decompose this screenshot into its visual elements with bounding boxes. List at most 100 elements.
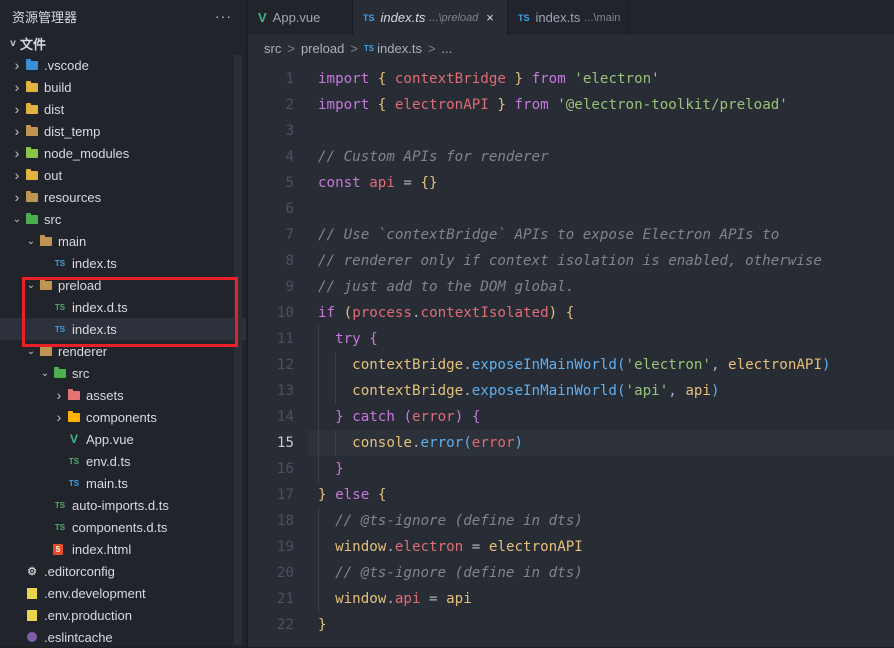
code-token: import bbox=[318, 71, 370, 87]
tree-item[interactable]: TS env.d.ts bbox=[0, 450, 246, 472]
sidebar-scrollbar[interactable] bbox=[234, 55, 242, 645]
tree-item[interactable]: › node_modules bbox=[0, 142, 246, 164]
tree-item-label: src bbox=[72, 365, 90, 381]
code-token: 'api' bbox=[625, 383, 669, 399]
code-token: = bbox=[463, 539, 489, 555]
code-token: api bbox=[369, 175, 395, 191]
line-number: 17 bbox=[276, 487, 294, 503]
code-token: console bbox=[352, 435, 412, 451]
editor-pane: V App.vue TS index.ts ...\preload × TS index.ts… bbox=[248, 0, 894, 647]
code-line: } bbox=[318, 612, 327, 638]
tree-item-label: .env.production bbox=[44, 607, 132, 623]
code-token: import bbox=[318, 97, 370, 113]
code-line: // Use `contextBridge` APIs to expose El… bbox=[318, 222, 779, 248]
tree-item[interactable]: .env.production bbox=[0, 604, 246, 626]
tree-item[interactable]: V App.vue bbox=[0, 428, 246, 450]
tree-item[interactable]: TS auto-imports.d.ts bbox=[0, 494, 246, 516]
tree-item[interactable]: TS index.ts bbox=[0, 318, 246, 340]
folder-icon bbox=[38, 234, 54, 248]
tab-app-vue[interactable]: V App.vue bbox=[248, 0, 353, 35]
tree-item[interactable]: ⌄ preload bbox=[0, 274, 246, 296]
line-number: 14 bbox=[276, 409, 294, 425]
tab-label: App.vue bbox=[272, 10, 321, 25]
tab-label: index.ts bbox=[380, 10, 426, 25]
code-line: // @ts-ignore (define in dts) bbox=[318, 560, 583, 586]
files-section-header[interactable]: v 文件 bbox=[0, 32, 246, 54]
tree-item[interactable]: › dist bbox=[0, 98, 246, 120]
tab-index-ts[interactable]: TS index.ts ...\preload × bbox=[353, 0, 508, 35]
tree-item[interactable]: › resources bbox=[0, 186, 246, 208]
folder-out-icon bbox=[24, 168, 40, 182]
typescript-def-icon: TS bbox=[54, 500, 66, 510]
code-token: contextBridge bbox=[394, 71, 506, 87]
typescript-icon: TS bbox=[54, 258, 66, 268]
code-token: , bbox=[668, 383, 686, 399]
typescript-def-icon: TS bbox=[68, 456, 80, 466]
folder-src-icon-shape bbox=[54, 366, 66, 378]
tree-item[interactable]: .env.development bbox=[0, 582, 246, 604]
code-token: ) bbox=[822, 357, 831, 373]
tree-item[interactable]: ⌄ src bbox=[0, 208, 246, 230]
files-section-label: 文件 bbox=[20, 36, 47, 52]
tree-item[interactable]: TS components.d.ts bbox=[0, 516, 246, 538]
tree-item[interactable]: ⌄ renderer bbox=[0, 340, 246, 362]
folder-build-icon bbox=[24, 80, 40, 94]
more-actions-icon[interactable]: ··· bbox=[215, 8, 232, 24]
breadcrumb-item[interactable]: src bbox=[264, 41, 281, 56]
close-icon[interactable]: × bbox=[486, 10, 494, 25]
tree-item-label: env.d.ts bbox=[86, 453, 131, 469]
line-number: 22 bbox=[276, 617, 294, 633]
tree-item-label: index.ts bbox=[72, 255, 117, 271]
chevron-right-icon: › bbox=[56, 387, 62, 403]
chevron-right-icon: › bbox=[14, 189, 20, 205]
typescript-icon: TS bbox=[54, 324, 66, 334]
line-number: 2 bbox=[285, 97, 294, 113]
tree-item[interactable]: › .vscode bbox=[0, 54, 246, 76]
chevron-right-icon: › bbox=[14, 167, 20, 183]
vue-icon: V bbox=[258, 10, 267, 25]
tree-item[interactable]: › components bbox=[0, 406, 246, 428]
tree-item[interactable]: ⌄ main bbox=[0, 230, 246, 252]
line-number: 6 bbox=[285, 201, 294, 217]
code-token: try bbox=[335, 331, 361, 347]
tree-item[interactable]: › out bbox=[0, 164, 246, 186]
tab-index-ts[interactable]: TS index.ts ...\main bbox=[508, 0, 628, 35]
tree-item-label: components bbox=[86, 409, 157, 425]
eslint-icon-shape bbox=[27, 632, 37, 642]
tree-item-label: components.d.ts bbox=[72, 519, 168, 535]
breadcrumb-item[interactable]: index.ts bbox=[377, 41, 422, 56]
code-token: } bbox=[318, 487, 327, 503]
tree-item[interactable]: .eslintcache bbox=[0, 626, 246, 648]
folder-node-icon bbox=[24, 146, 40, 160]
tree-item[interactable]: › assets bbox=[0, 384, 246, 406]
tree-item[interactable]: TS main.ts bbox=[0, 472, 246, 494]
tree-item[interactable]: 5 index.html bbox=[0, 538, 246, 560]
breadcrumb-item[interactable]: ... bbox=[442, 41, 453, 56]
breadcrumb-item[interactable]: preload bbox=[301, 41, 344, 56]
tree-item-label: assets bbox=[86, 387, 124, 403]
code-token: . bbox=[463, 357, 472, 373]
folder-dist-icon bbox=[24, 102, 40, 116]
tree-item[interactable]: › build bbox=[0, 76, 246, 98]
tree-item[interactable]: ⚙ .editorconfig bbox=[0, 560, 246, 582]
typescript-icon: TS bbox=[68, 478, 80, 488]
tree-item[interactable]: ⌄ src bbox=[0, 362, 246, 384]
tree-item[interactable]: › dist_temp bbox=[0, 120, 246, 142]
tab-label: index.ts bbox=[535, 10, 581, 25]
folder-vscode-icon bbox=[24, 58, 40, 72]
tree-item[interactable]: TS index.d.ts bbox=[0, 296, 246, 318]
breadcrumb: src > preload > TS index.ts >... bbox=[248, 35, 894, 61]
tree-item-label: build bbox=[44, 79, 72, 95]
env-file-icon-shape bbox=[27, 587, 37, 599]
tree-item[interactable]: TS index.ts bbox=[0, 252, 246, 274]
env-file-icon bbox=[24, 608, 40, 622]
code-token: error bbox=[412, 409, 455, 425]
eslint-icon bbox=[24, 630, 40, 644]
folder-dist-icon-shape bbox=[26, 102, 38, 114]
code-token: . bbox=[386, 591, 395, 607]
tree-item-label: index.ts bbox=[72, 321, 117, 337]
